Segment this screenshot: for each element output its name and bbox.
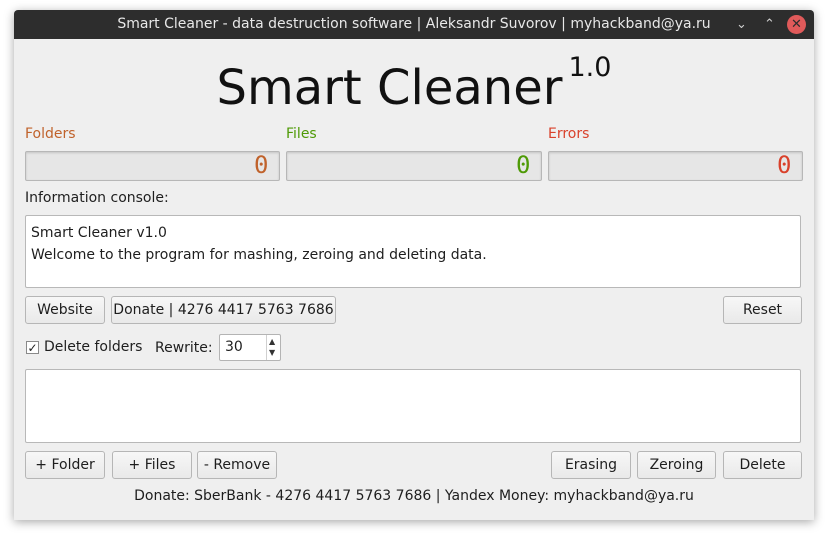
app-version: 1.0: [568, 52, 612, 83]
files-label: Files: [286, 126, 317, 142]
delete-button[interactable]: Delete: [723, 451, 802, 479]
console-line: Welcome to the program for mashing, zero…: [31, 247, 487, 263]
add-files-button[interactable]: + Files: [112, 451, 192, 479]
zeroing-button[interactable]: Zeroing: [637, 451, 716, 479]
delete-folders-label[interactable]: Delete folders: [44, 339, 142, 355]
reset-button[interactable]: Reset: [723, 296, 802, 324]
files-counter: 0: [286, 151, 542, 181]
console-label: Information console:: [25, 190, 169, 206]
rewrite-spinbox[interactable]: 30 ▲ ▼: [219, 334, 281, 361]
delete-folders-checkbox[interactable]: ✓: [26, 341, 39, 354]
folders-count: 0: [254, 151, 269, 179]
app-window: Smart Cleaner - data destruction softwar…: [14, 10, 814, 520]
remove-button[interactable]: - Remove: [197, 451, 277, 479]
file-list[interactable]: [25, 369, 801, 443]
donate-button[interactable]: Donate | 4276 4417 5763 7686: [111, 296, 336, 324]
donate-footer: Donate: SberBank - 4276 4417 5763 7686 |…: [134, 488, 694, 504]
folders-label: Folders: [25, 126, 76, 142]
maximize-icon[interactable]: ⌃: [760, 15, 779, 34]
errors-label: Errors: [548, 126, 590, 142]
website-button[interactable]: Website: [25, 296, 105, 324]
errors-count: 0: [777, 151, 792, 179]
spinbox-arrows[interactable]: ▲ ▼: [266, 335, 280, 360]
erasing-button[interactable]: Erasing: [551, 451, 631, 479]
title-bar: Smart Cleaner - data destruction softwar…: [14, 10, 814, 39]
close-icon[interactable]: ✕: [787, 15, 806, 34]
window-title: Smart Cleaner - data destruction softwar…: [117, 16, 711, 32]
rewrite-value[interactable]: 30: [225, 335, 243, 360]
add-folder-button[interactable]: + Folder: [25, 451, 105, 479]
files-count: 0: [516, 151, 531, 179]
spin-down-icon[interactable]: ▼: [269, 349, 275, 357]
folders-counter: 0: [25, 151, 280, 181]
information-console[interactable]: Smart Cleaner v1.0 Welcome to the progra…: [25, 215, 801, 288]
app-name: Smart Cleaner: [216, 60, 563, 116]
spin-up-icon[interactable]: ▲: [269, 338, 275, 346]
app-header: Smart Cleaner 1.0: [14, 52, 814, 122]
errors-counter: 0: [548, 151, 803, 181]
minimize-icon[interactable]: ⌄: [732, 15, 751, 34]
rewrite-label: Rewrite:: [155, 340, 213, 356]
console-line: Smart Cleaner v1.0: [31, 225, 167, 241]
